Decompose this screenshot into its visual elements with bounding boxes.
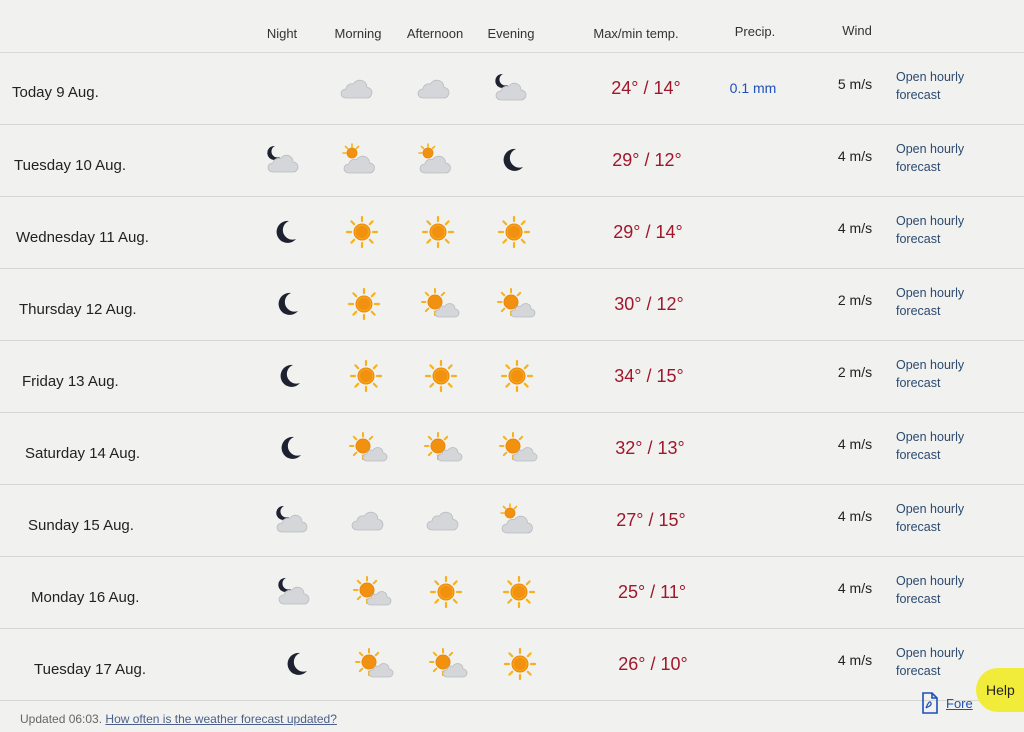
evening-sun-partly-icon [498, 430, 538, 466]
forecast-row[interactable]: Saturday 14 Aug. 32° / 13° 4 m/s Open hourl… [0, 412, 1024, 485]
temperature: 26° / 10° [618, 653, 688, 674]
pdf-icon [922, 692, 938, 714]
morning-sun-cloud-icon [340, 142, 380, 178]
open-hourly-link[interactable]: Open hourly forecast [896, 140, 986, 176]
day-label: Friday 13 Aug. [22, 372, 119, 390]
open-hourly-link[interactable]: Open hourly forecast [896, 212, 986, 248]
day-label: Sunday 15 Aug. [28, 516, 134, 534]
forecast-row[interactable]: Today 9 Aug. 24° / 14° 0.1 mm 5 m/s Open hou… [0, 52, 1024, 125]
forecast-row[interactable]: Sunday 15 Aug. 27° / 15° 4 m/s Open hourly … [0, 484, 1024, 557]
temperature: 25° / 11° [617, 581, 687, 602]
afternoon-cloud-icon [424, 502, 464, 538]
faq-link[interactable]: How often is the weather forecast update… [105, 712, 336, 726]
afternoon-cloud-icon [415, 70, 455, 106]
evening-sun-icon [497, 358, 537, 394]
evening-sun-cloud-icon [498, 502, 538, 538]
help-label: Help [986, 682, 1015, 698]
day-label: Thursday 12 Aug. [19, 300, 137, 318]
footer: Updated 06:03. How often is the weather … [20, 712, 337, 726]
wind-speed: 2 m/s [837, 292, 873, 308]
col-night: Night [266, 26, 298, 41]
wind-speed: 4 m/s [837, 508, 873, 524]
day-label: Wednesday 11 Aug. [16, 228, 149, 246]
wind-speed: 4 m/s [837, 580, 873, 596]
wind-speed: 5 m/s [837, 76, 873, 92]
night-moon-cloud-icon [274, 574, 314, 610]
morning-sun-partly-icon [348, 430, 388, 466]
temperature: 32° / 13° [615, 437, 685, 458]
open-hourly-link[interactable]: Open hourly forecast [896, 68, 986, 104]
day-label: Saturday 14 Aug. [25, 444, 141, 462]
night-moon-cloud-icon [272, 502, 312, 538]
table-header: Night Morning Afternoon Evening Max/min … [0, 0, 1024, 53]
wind-speed: 2 m/s [837, 364, 873, 380]
forecast-row[interactable]: Wednesday 11 Aug. 29° / 14° 4 m/s Open hour… [0, 196, 1024, 269]
evening-sun-icon [494, 214, 534, 250]
afternoon-sun-cloud-icon [416, 142, 456, 178]
forecast-row[interactable]: Monday 16 Aug. 25° / 11° 4 m/s Open hourly … [0, 556, 1024, 629]
morning-sun-partly-icon [354, 646, 394, 682]
night-none-icon [262, 70, 302, 106]
help-button[interactable]: Help [976, 668, 1024, 712]
afternoon-sun-icon [426, 574, 466, 610]
afternoon-sun-partly-icon [420, 286, 460, 322]
wind-speed: 4 m/s [837, 220, 873, 236]
day-label: Today 9 Aug. [12, 83, 99, 101]
wind-speed: 4 m/s [837, 652, 873, 668]
forecast-row[interactable]: Friday 13 Aug. 34° / 15° 2 m/s Open hourly … [0, 340, 1024, 413]
morning-sun-icon [346, 358, 386, 394]
night-moon-icon [267, 286, 307, 322]
pdf-download[interactable]: Fore [920, 692, 973, 714]
afternoon-sun-partly-icon [423, 430, 463, 466]
col-afternoon: Afternoon [406, 26, 464, 41]
morning-cloud-icon [349, 502, 389, 538]
evening-sun-partly-icon [496, 286, 536, 322]
evening-sun-icon [499, 574, 539, 610]
open-hourly-link[interactable]: Open hourly forecast [896, 644, 986, 680]
temperature: 29° / 12° [612, 149, 682, 170]
temperature: 24° / 14° [611, 77, 681, 98]
forecast-row[interactable]: Tuesday 17 Aug. 26° / 10° 4 m/s Open hourly… [0, 628, 1024, 701]
col-wind: Wind [842, 23, 872, 38]
day-label: Tuesday 10 Aug. [14, 156, 127, 174]
open-hourly-link[interactable]: Open hourly forecast [896, 284, 986, 320]
open-hourly-link[interactable]: Open hourly forecast [896, 428, 986, 464]
afternoon-sun-icon [418, 214, 458, 250]
night-moon-icon [276, 646, 316, 682]
afternoon-sun-partly-icon [428, 646, 468, 682]
temperature: 29° / 14° [613, 221, 683, 242]
forecast-row[interactable]: Tuesday 10 Aug. 29° / 12° 4 m/s Open hourly… [0, 124, 1024, 197]
morning-sun-icon [344, 286, 384, 322]
night-moon-icon [269, 358, 309, 394]
col-morning: Morning [334, 26, 382, 41]
morning-sun-partly-icon [352, 574, 392, 610]
open-hourly-link[interactable]: Open hourly forecast [896, 500, 986, 536]
morning-cloud-icon [338, 70, 378, 106]
evening-sun-icon [500, 646, 540, 682]
temperature: 27° / 15° [616, 509, 686, 530]
forecast-row[interactable]: Thursday 12 Aug. 30° / 12° 2 m/s Open hourl… [0, 268, 1024, 341]
col-precip: Precip. [734, 24, 776, 39]
wind-speed: 4 m/s [837, 436, 873, 452]
evening-moon-icon [492, 142, 532, 178]
temperature: 30° / 12° [614, 293, 684, 314]
night-moon-icon [270, 430, 310, 466]
afternoon-sun-icon [421, 358, 461, 394]
col-evening: Evening [487, 26, 535, 41]
open-hourly-link[interactable]: Open hourly forecast [896, 572, 986, 608]
day-label: Monday 16 Aug. [31, 588, 140, 606]
morning-sun-icon [342, 214, 382, 250]
pdf-link[interactable]: Fore [946, 696, 973, 711]
temperature: 34° / 15° [614, 365, 684, 386]
evening-moon-cloud-icon [491, 70, 531, 106]
wind-speed: 4 m/s [837, 148, 873, 164]
col-temp: Max/min temp. [593, 26, 679, 41]
open-hourly-link[interactable]: Open hourly forecast [896, 356, 986, 392]
night-moon-icon [265, 214, 305, 250]
precipitation: 0.1 mm [729, 80, 777, 96]
updated-text: Updated 06:03. [20, 712, 103, 726]
day-label: Tuesday 17 Aug. [34, 660, 147, 678]
night-moon-cloud-icon [263, 142, 303, 178]
